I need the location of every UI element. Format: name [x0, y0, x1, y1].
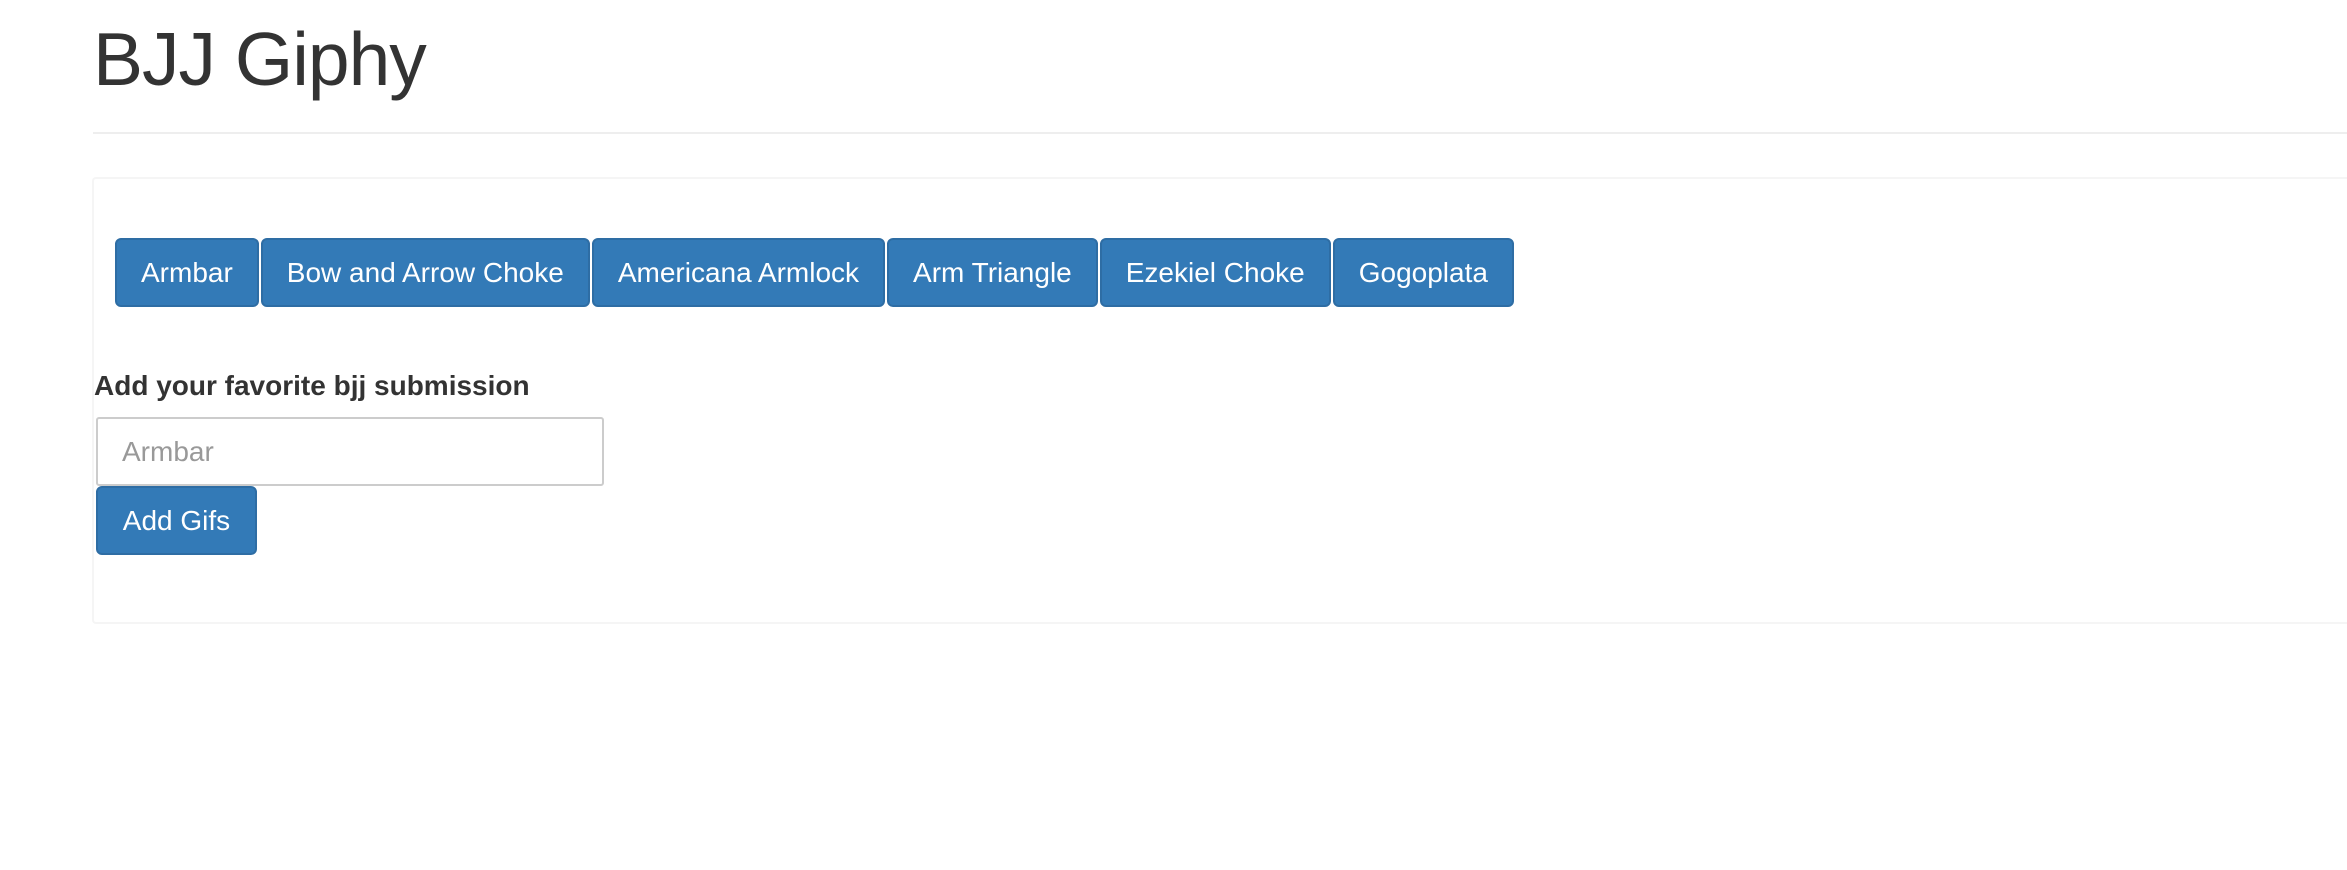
- submission-input-label: Add your favorite bjj submission: [94, 370, 530, 401]
- submission-button-ezekiel-choke[interactable]: Ezekiel Choke: [1099, 238, 1331, 307]
- add-gifs-button[interactable]: Add Gifs: [96, 486, 257, 555]
- page-header: BJJ Giphy: [93, 0, 2347, 134]
- submission-input[interactable]: [96, 417, 604, 486]
- submission-button-bow-and-arrow-choke[interactable]: Bow and Arrow Choke: [260, 238, 590, 307]
- main-panel: Armbar Bow and Arrow Choke Americana Arm…: [92, 177, 2347, 624]
- submission-button-armbar[interactable]: Armbar: [115, 238, 259, 307]
- submission-button-arm-triangle[interactable]: Arm Triangle: [887, 238, 1098, 307]
- submission-button-americana-armlock[interactable]: Americana Armlock: [591, 238, 886, 307]
- page-title: BJJ Giphy: [93, 17, 427, 101]
- submission-button-gogoplata[interactable]: Gogoplata: [1332, 238, 1514, 307]
- submission-buttons: Armbar Bow and Arrow Choke Americana Arm…: [115, 238, 1514, 307]
